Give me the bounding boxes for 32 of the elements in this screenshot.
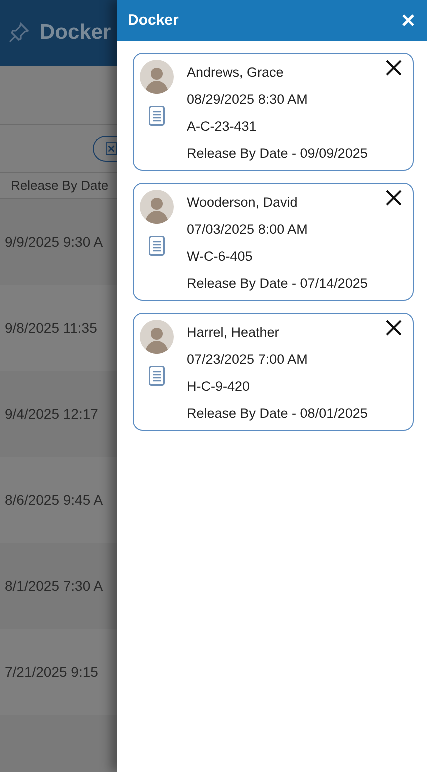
person-name: Wooderson, David <box>187 195 299 212</box>
close-icon[interactable] <box>385 189 403 207</box>
document-icon[interactable] <box>149 106 165 126</box>
person-name: Andrews, Grace <box>187 65 285 82</box>
export-button[interactable] <box>93 136 117 162</box>
table-cell: 9/4/2025 12:17 <box>0 371 117 457</box>
person-name: Harrel, Heather <box>187 325 280 342</box>
release-date: Release By Date - 08/01/2025 <box>187 406 368 423</box>
pin-icon[interactable] <box>8 22 30 44</box>
table-cell-text: 7/21/2025 9:15 <box>4 663 100 682</box>
record-code: A-C-23-431 <box>187 119 258 136</box>
appointment-time: 08/29/2025 8:30 AM <box>187 92 309 109</box>
app-title: Docker <box>40 21 112 45</box>
close-icon[interactable] <box>385 319 403 337</box>
avatar-icon <box>140 190 174 224</box>
avatar-icon <box>140 320 174 354</box>
spreadsheet-icon <box>106 142 117 156</box>
record-code: W-C-6-405 <box>187 249 254 266</box>
avatar-icon <box>140 60 174 94</box>
close-icon[interactable] <box>385 59 403 77</box>
release-date: Release By Date - 07/14/2025 <box>187 276 368 293</box>
table-cell: 9/9/2025 9:30 A <box>0 199 117 285</box>
table-cell-text: 9/8/2025 11:35 <box>4 319 98 338</box>
drawer-title: Docker <box>128 12 179 29</box>
appointment-time: 07/03/2025 8:00 AM <box>187 222 309 239</box>
table-cell-text: 8/6/2025 9:45 A <box>4 491 104 510</box>
appointment-time: 07/23/2025 7:00 AM <box>187 352 309 369</box>
table-cell: 8/1/2025 7:30 A <box>0 543 117 629</box>
document-icon[interactable] <box>149 236 165 256</box>
record-code: H-C-9-420 <box>187 379 252 396</box>
document-icon[interactable] <box>149 366 165 386</box>
release-date: Release By Date - 09/09/2025 <box>187 146 368 163</box>
